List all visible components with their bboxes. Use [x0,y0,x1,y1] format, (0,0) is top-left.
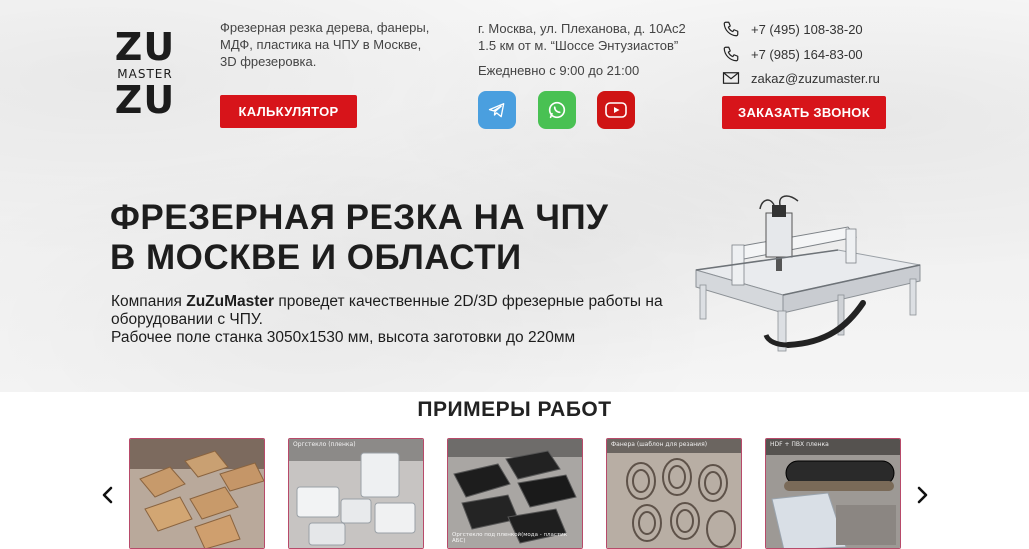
youtube-icon [605,102,627,118]
whatsapp-button[interactable] [538,91,576,129]
hero-text-prefix: Компания [111,293,187,310]
hero-title-line-2: В МОСКВЕ И ОБЛАСТИ [110,238,522,277]
youtube-button[interactable] [597,91,635,129]
address: г. Москва, ул. Плеханова, д. 10Ас2 1.5 к… [478,20,698,54]
phone-2-row[interactable]: +7 (985) 164-83-00 [722,45,863,63]
phone-1: +7 (495) 108-38-20 [751,21,863,37]
phone-icon [723,21,739,37]
chevron-left-icon [102,486,113,504]
example-caption-2: Оргстекло (пленка) [293,441,356,448]
example-work-1[interactable] [129,438,265,549]
logo-text-top: ZU [114,25,176,69]
address-line: г. Москва, ул. Плеханова, д. 10Ас2 [478,21,686,36]
order-call-button[interactable]: ЗАКАЗАТЬ ЗВОНОК [722,96,886,129]
example-image-2 [289,439,423,548]
example-work-3[interactable]: Оргстекло под пленкой(мода - пластик АБС… [447,438,583,549]
logo-text-bottom: ZU [114,78,176,122]
example-work-4[interactable]: Фанера (шаблон для резания) [606,438,742,549]
examples-title: ПРИМЕРЫ РАБОТ [417,398,612,421]
example-caption-3: Оргстекло под пленкой(мода - пластик АБС… [452,532,568,544]
phone-icon [723,46,739,62]
metro-line: 1.5 км от м. “Шоссе Энтузиастов” [478,38,679,53]
telegram-icon [488,103,505,118]
site-logo[interactable]: ZU MASTER ZU [110,28,180,128]
email-icon [722,72,740,84]
cnc-machine-image [695,195,921,352]
email-row[interactable]: zakaz@zuzumaster.ru [722,70,880,86]
phone-2: +7 (985) 164-83-00 [751,46,863,62]
example-image-1 [130,439,264,548]
carousel-next-button[interactable] [915,482,931,508]
hero-title: ФРЕЗЕРНАЯ РЕЗКА НА ЧПУ В МОСКВЕ И ОБЛАСТ… [110,198,670,278]
email: zakaz@zuzumaster.ru [751,70,880,86]
example-caption-5: HDF + ПВХ пленка [770,441,829,448]
phone-1-row[interactable]: +7 (495) 108-38-20 [722,20,863,38]
hero-title-line-1: ФРЕЗЕРНАЯ РЕЗКА НА ЧПУ [110,198,609,237]
example-work-2[interactable]: Оргстекло (пленка) [288,438,424,549]
example-image-4 [607,439,741,548]
example-work-5[interactable]: HDF + ПВХ пленка [765,438,901,549]
working-hours: Ежедневно с 9:00 до 21:00 [478,63,640,78]
example-caption-4: Фанера (шаблон для резания) [611,441,708,448]
telegram-button[interactable] [478,91,516,129]
calculator-button[interactable]: КАЛЬКУЛЯТОР [220,95,357,128]
chevron-right-icon [917,486,928,504]
hero-text-line-3: Рабочее поле станка 3050х1530 мм, высота… [111,329,576,346]
example-image-5 [766,439,900,548]
hero-brand-name: ZuZuMaster [186,293,275,310]
whatsapp-icon [548,101,566,119]
hero-description: Компания ZuZuMaster проведет качественны… [111,293,671,347]
header-description: Фрезерная резка дерева, фанеры, МДФ, пла… [220,20,430,69]
carousel-prev-button[interactable] [99,482,115,508]
